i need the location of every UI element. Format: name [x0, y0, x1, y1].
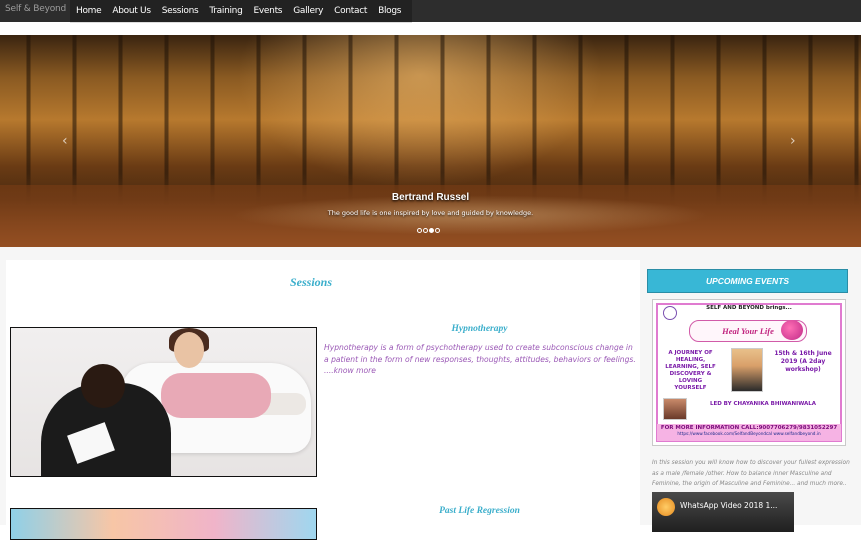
therapist-head-shape	[81, 364, 125, 408]
brand-logo-text[interactable]: Self & Beyond	[5, 4, 66, 14]
poster-photo-facilitator	[663, 398, 687, 420]
chevron-left-icon[interactable]: ‹	[62, 133, 68, 149]
poster-dates: 15th & 16th June 2019 (A 2day workshop)	[774, 350, 832, 373]
nav-item-about-us[interactable]: About Us	[112, 6, 151, 16]
video-channel-avatar	[657, 498, 675, 516]
poster-brings-text: SELF AND BEYOND brings...	[706, 305, 792, 311]
poster-info-links: https://www.facebook.com/SelfandBeyondca…	[677, 431, 821, 436]
video-thumbnail[interactable]: WhatsApp Video 2018 1...	[652, 492, 794, 532]
main-nav: Home About Us Sessions Training Events G…	[70, 0, 412, 23]
woman-head-shape	[174, 332, 204, 368]
nav-item-home[interactable]: Home	[76, 6, 102, 16]
know-more-link[interactable]: ....know more	[324, 366, 376, 375]
carousel-indicator[interactable]	[423, 228, 428, 233]
carousel-indicator[interactable]	[417, 228, 422, 233]
nav-item-sessions[interactable]: Sessions	[162, 6, 199, 16]
past-life-regression-image	[10, 508, 317, 540]
hypnotherapy-description-text: Hypnotherapy is a form of psychotherapy …	[324, 343, 636, 364]
hypnotherapy-image	[10, 327, 317, 477]
hypnotherapy-description: Hypnotherapy is a form of psychotherapy …	[324, 342, 636, 377]
poster-journey-text: A JOURNEY OF HEALING, LEARNING, SELF DIS…	[665, 350, 716, 391]
top-navbar: Self & Beyond Home About Us Sessions Tra…	[0, 0, 861, 23]
past-life-regression-title[interactable]: Past Life Regression	[324, 506, 635, 516]
nav-item-contact[interactable]: Contact	[334, 6, 367, 16]
nav-item-blogs[interactable]: Blogs	[378, 6, 401, 16]
chevron-right-icon[interactable]: ›	[790, 133, 796, 149]
woman-body-shape	[161, 373, 271, 418]
nav-item-gallery[interactable]: Gallery	[293, 6, 323, 16]
event-description: In this session you will know how to dis…	[652, 460, 850, 487]
upcoming-events-heading: UPCOMING EVENTS	[647, 269, 848, 293]
nav-item-events[interactable]: Events	[254, 6, 283, 16]
event-poster[interactable]: SELF AND BEYOND brings... Heal Your Life…	[652, 299, 846, 446]
sessions-heading: Sessions	[290, 275, 333, 289]
carousel-indicator-active[interactable]	[429, 228, 434, 233]
hypnotherapy-title[interactable]: Hypnotherapy	[324, 324, 635, 334]
carousel-caption-title: Bertrand Russel	[391, 192, 470, 203]
poster-info-band: FOR MORE INFORMATION CALL:9007706279/983…	[657, 424, 841, 441]
heart-icon	[781, 320, 803, 340]
hero-carousel: ‹ › Bertrand Russel The good life is one…	[0, 35, 861, 247]
poster-led-by: LED BY CHAYANIKA BHIWANIWALA	[709, 401, 817, 407]
poster-photo-woman	[731, 348, 763, 392]
carousel-caption-text: The good life is one inspired by love an…	[327, 209, 534, 217]
nav-item-training[interactable]: Training	[209, 6, 242, 16]
video-title[interactable]: WhatsApp Video 2018 1...	[680, 501, 777, 510]
carousel-indicator[interactable]	[435, 228, 440, 233]
carousel-indicators	[417, 228, 440, 233]
